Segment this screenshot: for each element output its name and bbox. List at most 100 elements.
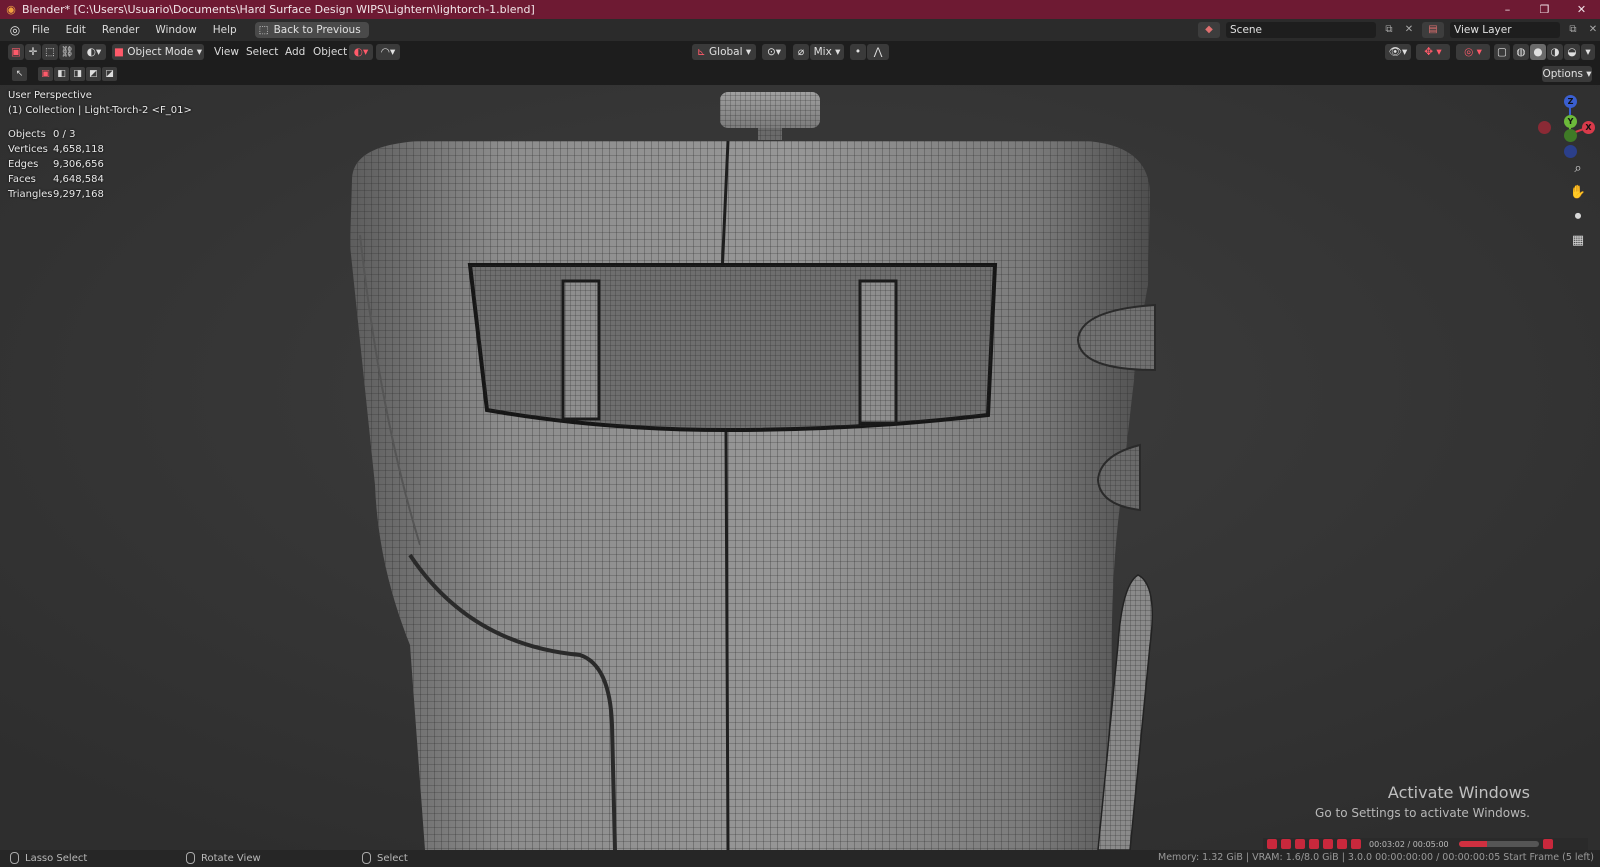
snap-toggle-icon[interactable]: ⌀ [793,44,809,60]
play-reverse-icon[interactable] [1295,839,1305,849]
overlay-tool-icon[interactable]: ◠▾ [376,44,400,60]
viewport-header: ▣ ✛ ⬚ ⛓ ◐▾ ■ Object Mode ▾ View Select A… [0,41,1600,63]
header-menu-view[interactable]: View [214,44,239,60]
header-menu-select[interactable]: Select [246,44,278,60]
view-layer-field[interactable]: View Layer [1450,22,1560,38]
link-icon[interactable]: ⛓ [59,44,75,60]
playback-close-icon[interactable] [1542,839,1553,849]
view-layer-selector-icon[interactable]: ▤ [1422,22,1444,38]
options-label: Options [1542,68,1583,80]
blender-app-icon: ◉ [6,2,16,16]
zoom-icon[interactable]: ⌕ [1568,159,1588,179]
select-invert-icon[interactable]: ◩ [86,67,101,81]
playback-time: 00:03:02 / 00:05:00 [1369,839,1449,849]
x-axis-icon[interactable]: X [1582,121,1595,134]
scene-controls: ◆ Scene ⧉ ✕ ▤ View Layer ⧉ ✕ [1198,22,1600,38]
mode-dropdown[interactable]: ■ Object Mode ▾ [112,44,204,60]
status-info: Memory: 1.32 GiB | VRAM: 1.6/8.0 GiB | 3… [1158,852,1594,863]
snap-mode-label: Mix [813,46,832,58]
select-intersect-icon[interactable]: ◪ [102,67,117,81]
back-icon: ⬚ [258,24,269,36]
select-subtract-icon[interactable]: ◨ [70,67,85,81]
gpencil-icon[interactable]: ◐▾ [349,44,373,60]
navigation-gizmo[interactable]: Z Y X [1522,89,1595,159]
snap-mode-dropdown[interactable]: Mix ▾ [810,44,844,60]
editor-type-icon[interactable]: ◐▾ [82,44,106,60]
jump-end-icon[interactable] [1337,839,1347,849]
neg-x-axis-icon[interactable] [1538,121,1551,134]
select-new-icon[interactable]: ▣ [38,67,53,81]
3d-viewport[interactable]: User Perspective (1) Collection | Light-… [0,85,1600,850]
status-lasso-select: Lasso Select [10,852,87,864]
solid-shading-icon[interactable]: ● [1530,44,1546,60]
menu-render[interactable]: Render [94,19,147,41]
mesh-render [0,85,1600,850]
transform-orientation-dropdown[interactable]: ⊾ Global ▾ [692,44,756,60]
restore-button[interactable]: ❐ [1526,0,1563,19]
close-button[interactable]: ✕ [1563,0,1600,19]
y-axis-icon[interactable]: Y [1564,115,1577,128]
perspective-grid-icon[interactable]: ▦ [1568,231,1588,251]
xray-toggle-icon[interactable]: ▢ [1494,44,1510,60]
orientation-icon: ⊾ [696,46,710,58]
back-to-previous-label: Back to Previous [273,24,361,36]
header-menu-object[interactable]: Object [313,44,347,60]
cursor-tool-icon[interactable]: ✛ [25,44,41,60]
playback-progress-bar[interactable] [1458,841,1539,847]
gizmo-toggle-icon[interactable]: ✥ ▾ [1416,44,1450,60]
minimize-button[interactable]: – [1489,0,1526,19]
delete-view-layer-icon[interactable]: ✕ [1586,23,1600,37]
stat-vertices: Vertices 4,658,118 [8,144,104,155]
view-name: User Perspective [8,90,92,101]
rendered-shading-icon[interactable]: ◒ [1564,44,1580,60]
stat-edges: Edges 9,306,656 [8,159,104,170]
jump-start-icon[interactable] [1267,839,1277,849]
status-rotate-view: Rotate View [186,852,261,864]
material-shading-icon[interactable]: ◑ [1547,44,1563,60]
menu-window[interactable]: Window [147,19,204,41]
next-keyframe-icon[interactable] [1323,839,1333,849]
right-mouse-icon [362,852,371,864]
stat-faces: Faces 4,648,584 [8,174,104,185]
scene-field[interactable]: Scene [1226,22,1376,38]
wireframe-shading-icon[interactable]: ◍ [1513,44,1529,60]
play-icon[interactable] [1309,839,1319,849]
stat-triangles: Triangles 9,297,168 [8,189,104,200]
header-menu-add[interactable]: Add [285,44,305,60]
select-extend-icon[interactable]: ◧ [54,67,69,81]
select-box-icon[interactable]: ▣ [8,44,24,60]
shading-options-icon[interactable]: ▾ [1581,44,1595,60]
window-controls: – ❐ ✕ [1489,0,1600,19]
stop-icon[interactable] [1351,839,1361,849]
overlay-toggle-icon[interactable]: ◎ ▾ [1456,44,1490,60]
mode-label: Object Mode [127,46,194,58]
menu-help[interactable]: Help [205,19,245,41]
options-dropdown[interactable]: Options ▾ [1542,66,1592,82]
menu-edit[interactable]: Edit [58,19,94,41]
back-to-previous-button[interactable]: ⬚ Back to Previous [254,22,369,38]
status-bar: Lasso Select Rotate View Select Memory: … [0,850,1600,867]
pivot-point-icon[interactable]: ⊙▾ [762,44,786,60]
view-layer-name: View Layer [1454,24,1512,36]
prev-keyframe-icon[interactable] [1281,839,1291,849]
middle-mouse-icon [186,852,195,864]
move-tool-icon[interactable]: ⬚ [42,44,58,60]
collection-info: (1) Collection | Light-Torch-2 <F_01> [8,105,192,116]
left-mouse-icon [10,852,19,864]
new-scene-icon[interactable]: ⧉ [1382,23,1396,37]
scene-selector-icon[interactable]: ◆ [1198,22,1220,38]
neg-z-axis-icon[interactable] [1564,145,1577,158]
pan-hand-icon[interactable]: ✋ [1568,183,1588,203]
camera-view-icon[interactable]: ⏺ [1568,207,1588,227]
visibility-dropdown-icon[interactable]: 👁▾ [1385,44,1411,60]
falloff-icon[interactable]: ⋀ [867,44,889,60]
new-view-layer-icon[interactable]: ⧉ [1566,23,1580,37]
neg-y-axis-icon[interactable] [1564,129,1577,142]
menu-file[interactable]: File [24,19,58,41]
z-axis-icon[interactable]: Z [1564,95,1577,108]
tool-settings-row: ↖ ▣ ◧ ◨ ◩ ◪ Options ▾ [0,63,1600,85]
blender-logo-icon[interactable]: ◎ [6,21,24,39]
select-tweak-icon[interactable]: ↖ [12,67,27,81]
delete-scene-icon[interactable]: ✕ [1402,23,1416,37]
proportional-edit-icon[interactable]: • [850,44,866,60]
